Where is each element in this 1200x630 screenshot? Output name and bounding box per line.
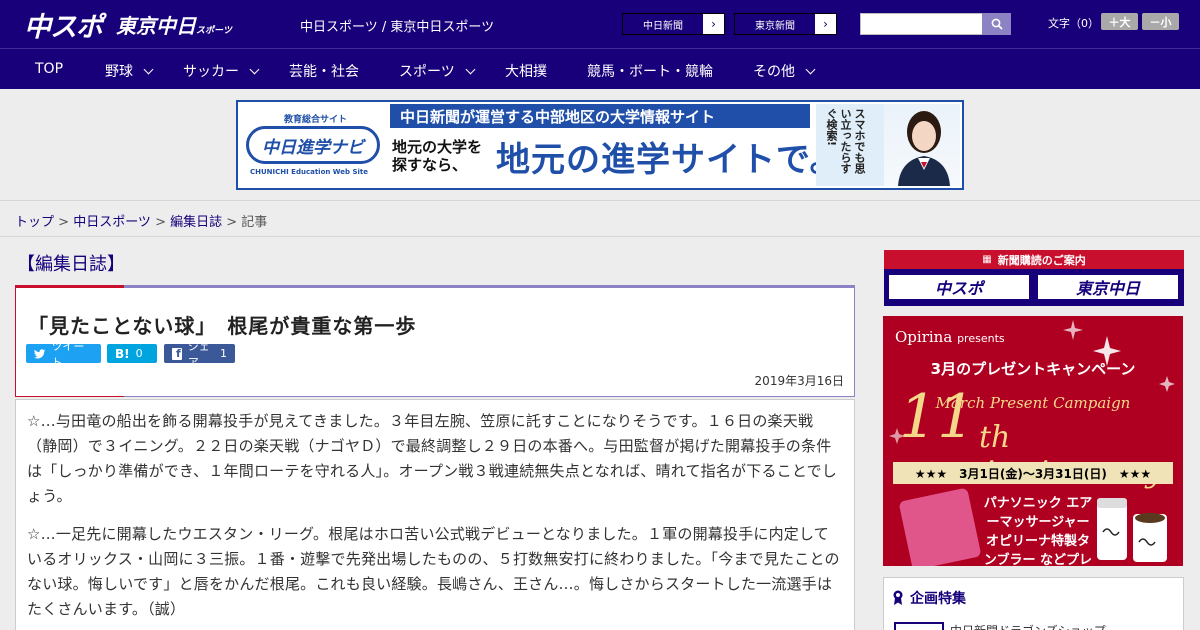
nav-item-soccer[interactable]: サッカー (183, 61, 260, 81)
nav-item-racing[interactable]: 競馬・ボート・競輪 (587, 61, 713, 81)
nav-item-sports[interactable]: スポーツ (399, 61, 476, 81)
shingaku-navi-logo: 教育総合サイト 中日進学ナビ CHUNICHI Education Web Si… (244, 108, 384, 182)
promo-eleven: 11 (899, 382, 976, 452)
banner-vertical-copy: スマホでも思い立ったらすぐ検索! (825, 108, 866, 174)
subscription-title: 新聞購読のご案内 (997, 253, 1086, 267)
tumbler-product-image (1093, 492, 1171, 566)
nav-item-top[interactable]: TOP (35, 61, 63, 77)
banner-headline: 中日新聞が運営する中部地区の大学情報サイト (390, 104, 810, 128)
promo-prize-text: パナソニック エアーマッサージャー オピリーナ特製タンブラー などプレゼント! (983, 496, 1093, 566)
nav-label: スポーツ (399, 64, 455, 80)
nav-label: 野球 (105, 64, 133, 80)
chunichi-shimbun-label: 中日新聞 (623, 14, 703, 34)
article-headline: 「見たことない球」 根尾が貴重な第一歩 (28, 314, 417, 338)
nav-label: 競馬・ボート・競輪 (587, 64, 713, 80)
banner-ad[interactable]: 教育総合サイト 中日進学ナビ CHUNICHI Education Web Si… (236, 100, 964, 190)
facebook-share-count: 1 (220, 347, 227, 360)
model-photo (884, 104, 960, 186)
search-icon (991, 18, 1003, 30)
breadcrumb-separator: > (58, 215, 74, 230)
search-input[interactable] (860, 13, 983, 35)
subscription-box: ▦ 新聞購読のご案内 中スポ 東京中日 (884, 250, 1184, 306)
feature-section: 企画特集 中日新聞ドラゴンズショップ (883, 577, 1184, 630)
logo-main-text: 中日進学ナビ (246, 126, 380, 164)
nav-label: 芸能・社会 (289, 64, 359, 80)
font-larger-button[interactable]: ＋大 (1101, 13, 1138, 30)
search-button[interactable] (982, 13, 1011, 35)
chevron-down-icon (249, 64, 260, 74)
nav-item-other[interactable]: その他 (753, 61, 816, 81)
logo-en-text: CHUNICHI Education Web Site (250, 168, 369, 176)
hatena-bookmark-button[interactable]: B! 0 (107, 344, 157, 363)
logo-tokyo-chunichi-text: 東京中日 (116, 13, 196, 38)
logo-sports-small: スポーツ (196, 25, 232, 36)
feature-thumbnail[interactable] (894, 622, 944, 630)
facebook-share-button[interactable]: f シェア 1 (164, 340, 235, 369)
banner-sub-text: 地元の大学を探すなら、 (392, 138, 483, 174)
hatena-b-icon: B! (115, 346, 130, 361)
facebook-f-icon: f (172, 347, 182, 360)
top-header: 中スポ 東京中日スポーツ 中日スポーツ / 東京中日スポーツ 中日新聞 › 東京… (0, 0, 1200, 48)
promo-dates: ★★★ 3月1日(金)〜3月31日(日) ★★★ (893, 462, 1173, 484)
article-body: ☆…与田竜の船出を飾る開幕投手が見えてきました。３年目左腕、笠原に託すことになり… (15, 399, 855, 630)
nav-label: TOP (35, 61, 64, 77)
font-smaller-button[interactable]: －小 (1142, 13, 1179, 30)
logo-small-text: 教育総合サイト (284, 115, 348, 125)
chevron-down-icon (805, 64, 816, 74)
facebook-share-label: シェア (187, 339, 210, 369)
article-date: 2019年3月16日 (754, 374, 844, 388)
nav-item-baseball[interactable]: 野球 (105, 61, 154, 81)
site-logo[interactable]: 中スポ 東京中日スポーツ (24, 7, 232, 43)
breadcrumb-separator: > (226, 215, 242, 230)
banner-vertical-text: スマホでも思い立ったらすぐ検索! (816, 104, 884, 186)
tokyo-shimbun-link[interactable]: 東京新聞 › (734, 13, 837, 35)
tweet-label: ツイート (51, 339, 85, 369)
massager-product-image (898, 487, 982, 566)
newspaper-icon: ▦ (982, 254, 992, 265)
feature-title: 企画特集 (892, 588, 966, 608)
article-paragraph: ☆…一足先に開幕したウエスタン・リーグ。根尾はホロ苦い公式戦デビューとなりました… (27, 525, 840, 618)
article-paragraph: ☆…与田竜の船出を飾る開幕投手が見えてきました。３年目左腕、笠原に託すことになり… (27, 412, 838, 505)
chevron-right-icon: › (711, 17, 716, 31)
present-campaign-ad[interactable]: Opirina presents 3月のプレゼントキャンペーン March Pr… (883, 316, 1183, 566)
feature-item-link[interactable]: 中日新聞ドラゴンズショップ (950, 622, 1106, 630)
nav-item-entertainment[interactable]: 芸能・社会 (289, 61, 359, 81)
person-illustration (898, 111, 950, 186)
breadcrumb-chunichi-sports[interactable]: 中日スポーツ (73, 215, 151, 230)
subscribe-chuspo-button[interactable]: 中スポ (887, 273, 1031, 301)
font-size-label: 文字（0） (1048, 17, 1099, 30)
twitter-bird-icon (34, 348, 46, 358)
chevron-right-icon: › (823, 17, 828, 31)
article-header: 「見たことない球」 根尾が貴重な第一歩 ツイート B! 0 f シェア 1 20… (15, 285, 855, 397)
chevron-down-icon (143, 64, 154, 74)
subscribe-tokyo-chunichi-button[interactable]: 東京中日 (1036, 273, 1180, 301)
chevron-down-icon (465, 64, 476, 74)
nav-label: 大相撲 (505, 64, 547, 80)
nav-label: その他 (753, 64, 795, 80)
site-names: 中日スポーツ / 東京中日スポーツ (300, 20, 495, 35)
feature-title-text: 企画特集 (910, 591, 966, 607)
breadcrumb-separator: > (155, 215, 171, 230)
promo-line1: 3月のプレゼントキャンペーン (930, 360, 1136, 378)
subscription-header: ▦ 新聞購読のご案内 (884, 250, 1184, 269)
chunichi-shimbun-link[interactable]: 中日新聞 › (622, 13, 725, 35)
tumbler-icon (1097, 498, 1167, 562)
logo-chuspo: 中スポ (24, 11, 103, 43)
nav-label: サッカー (183, 64, 239, 80)
tokyo-shimbun-label: 東京新聞 (735, 14, 815, 34)
breadcrumb-current: 記事 (241, 215, 268, 230)
breadcrumb-bar: トップ > 中日スポーツ > 編集日誌 > 記事 (0, 200, 1200, 237)
breadcrumb-top[interactable]: トップ (15, 215, 54, 230)
logo-tokyo-chunichi: 東京中日スポーツ (116, 10, 232, 39)
main-nav: TOP 野球 サッカー 芸能・社会 スポーツ 大相撲 競馬・ボート・競輪 その他 (0, 48, 1200, 89)
banner-big-text: 地元の進学サイトで。 (496, 140, 845, 180)
tweet-button[interactable]: ツイート (26, 340, 101, 369)
breadcrumb: トップ > 中日スポーツ > 編集日誌 > 記事 (15, 211, 267, 230)
breadcrumb-editorial-diary[interactable]: 編集日誌 (170, 215, 222, 230)
ribbon-badge-icon (893, 590, 903, 605)
category-title: 【編集日誌】 (17, 254, 125, 275)
nav-item-sumo[interactable]: 大相撲 (505, 61, 547, 81)
hatena-count: 0 (135, 347, 143, 360)
